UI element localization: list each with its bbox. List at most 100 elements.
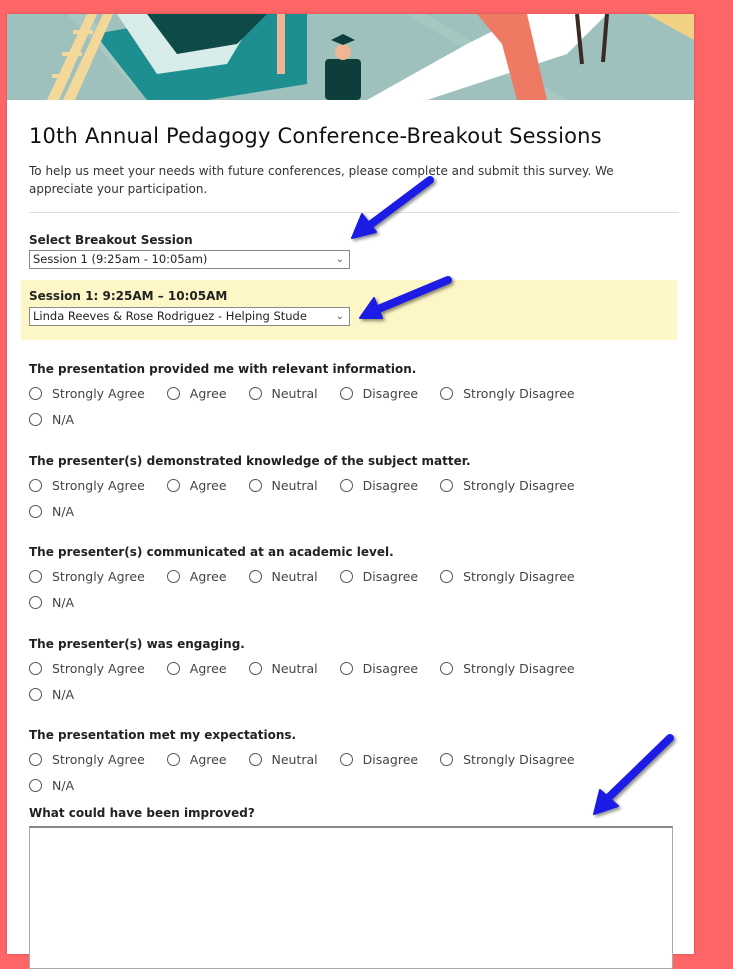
radio-button[interactable]: [339, 752, 353, 766]
rating-option[interactable]: Strongly Disagree: [440, 472, 575, 498]
rating-option[interactable]: N/A: [29, 681, 629, 707]
radio-button[interactable]: [339, 386, 353, 400]
radio-button[interactable]: [29, 661, 42, 675]
chevron-down-icon: ⌄: [335, 254, 344, 265]
rating-option[interactable]: Strongly Disagree: [440, 655, 575, 681]
radio-button[interactable]: [29, 778, 42, 792]
rating-option[interactable]: Disagree: [339, 746, 419, 772]
rating-options: Strongly Agree Agree Neutral Disagree Strong…: [29, 563, 669, 615]
radio-button[interactable]: [29, 569, 42, 583]
rating-option[interactable]: N/A: [29, 406, 629, 432]
radio-button[interactable]: [339, 661, 353, 675]
rating-option[interactable]: Disagree: [339, 380, 418, 406]
radio-button[interactable]: [248, 661, 262, 675]
question-label: The presenter(s) was engaging.: [29, 637, 245, 651]
intro-text: To help us meet your needs with future c…: [29, 164, 614, 196]
rating-option[interactable]: Strongly Disagree: [440, 746, 575, 772]
radio-button[interactable]: [29, 412, 42, 426]
radio-button[interactable]: [29, 595, 42, 609]
rating-option[interactable]: Neutral: [248, 746, 318, 772]
radio-button[interactable]: [166, 386, 180, 400]
question-label: The presentation met my expectations.: [29, 728, 297, 742]
rating-option-label: Disagree: [362, 568, 419, 584]
radio-button[interactable]: [166, 478, 180, 492]
radio-button[interactable]: [248, 569, 262, 583]
rating-option[interactable]: Strongly Agree: [29, 472, 145, 498]
rating-question: The presenter(s) communicated at an acad…: [29, 545, 679, 615]
rating-option[interactable]: N/A: [29, 589, 629, 615]
rating-option[interactable]: Strongly Disagree: [440, 563, 575, 589]
rating-option[interactable]: Strongly Agree: [29, 746, 145, 772]
improve-textarea[interactable]: [29, 826, 673, 969]
radio-button[interactable]: [339, 569, 353, 583]
session-select-label: Select Breakout Session: [29, 233, 193, 247]
rating-option-label: Disagree: [362, 477, 419, 493]
radio-button[interactable]: [29, 504, 42, 518]
radio-button[interactable]: [29, 687, 42, 701]
rating-option-label: Strongly Disagree: [463, 385, 575, 401]
rating-option[interactable]: Disagree: [339, 563, 419, 589]
radio-button[interactable]: [29, 478, 42, 492]
rating-option-label: Disagree: [362, 751, 419, 767]
radio-button[interactable]: [166, 752, 180, 766]
session-select[interactable]: Session 1 (9:25am - 10:05am) ⌄: [29, 250, 350, 269]
radio-button[interactable]: [166, 569, 180, 583]
rating-option-label: Neutral: [271, 660, 318, 676]
radio-button[interactable]: [440, 661, 454, 675]
page-title: 10th Annual Pedagogy Conference-Breakout…: [29, 124, 602, 148]
rating-option-label: N/A: [52, 594, 75, 610]
rating-options: Strongly Agree Agree Neutral Disagree Strong…: [29, 380, 669, 432]
rating-option-label: N/A: [52, 686, 75, 702]
rating-option-label: Agree: [189, 568, 227, 584]
rating-question: The presenter(s) was engaging. Strongly A…: [29, 637, 679, 707]
rating-option[interactable]: Agree: [166, 563, 227, 589]
rating-option[interactable]: Strongly Agree: [29, 380, 145, 406]
radio-button[interactable]: [339, 478, 353, 492]
rating-option-label: N/A: [52, 411, 75, 427]
rating-option[interactable]: Agree: [166, 472, 227, 498]
rating-option[interactable]: Agree: [166, 380, 227, 406]
presentation-select-value: Linda Reeves & Rose Rodriguez - Helping …: [33, 309, 307, 323]
rating-option-label: Agree: [189, 660, 227, 676]
radio-button[interactable]: [29, 752, 42, 766]
radio-button[interactable]: [440, 478, 454, 492]
radio-button[interactable]: [29, 386, 42, 400]
rating-option[interactable]: Agree: [166, 746, 227, 772]
rating-option[interactable]: Strongly Agree: [29, 655, 145, 681]
rating-option-label: N/A: [52, 777, 75, 793]
radio-button[interactable]: [440, 569, 454, 583]
rating-option[interactable]: Disagree: [339, 472, 419, 498]
question-label: The presenter(s) demonstrated knowledge …: [29, 454, 471, 468]
rating-option[interactable]: Strongly Disagree: [440, 380, 575, 406]
rating-option[interactable]: Agree: [166, 655, 227, 681]
rating-option[interactable]: Neutral: [248, 380, 318, 406]
session-select-value: Session 1 (9:25am - 10:05am): [33, 252, 208, 266]
rating-option[interactable]: Disagree: [339, 655, 419, 681]
banner-image: [7, 14, 694, 100]
presentation-select-label: Session 1: 9:25AM – 10:05AM: [29, 289, 228, 303]
rating-option[interactable]: Neutral: [248, 563, 318, 589]
rating-option[interactable]: N/A: [29, 498, 629, 524]
rating-option-label: Strongly Agree: [52, 660, 145, 676]
radio-button[interactable]: [248, 752, 262, 766]
rating-option-label: Neutral: [271, 477, 318, 493]
question-label: The presenter(s) communicated at an acad…: [29, 545, 394, 559]
survey-card: 10th Annual Pedagogy Conference-Breakout…: [7, 14, 694, 969]
rating-option-label: Strongly Disagree: [463, 477, 575, 493]
rating-option-label: Neutral: [271, 568, 318, 584]
radio-button[interactable]: [166, 661, 180, 675]
radio-button[interactable]: [440, 752, 454, 766]
rating-option[interactable]: Neutral: [248, 472, 318, 498]
rating-question: The presentation provided me with releva…: [29, 362, 679, 432]
radio-button[interactable]: [248, 478, 262, 492]
presentation-select[interactable]: Linda Reeves & Rose Rodriguez - Helping …: [29, 307, 350, 326]
radio-button[interactable]: [440, 386, 454, 400]
rating-option-label: Strongly Disagree: [463, 660, 575, 676]
rating-option-label: Strongly Disagree: [463, 568, 575, 584]
rating-option[interactable]: N/A: [29, 772, 629, 798]
radio-button[interactable]: [248, 386, 262, 400]
rating-option-label: Disagree: [362, 660, 419, 676]
rating-option[interactable]: Strongly Agree: [29, 563, 145, 589]
rating-option[interactable]: Neutral: [248, 655, 318, 681]
rating-options: Strongly Agree Agree Neutral Disagree Strong…: [29, 655, 669, 707]
